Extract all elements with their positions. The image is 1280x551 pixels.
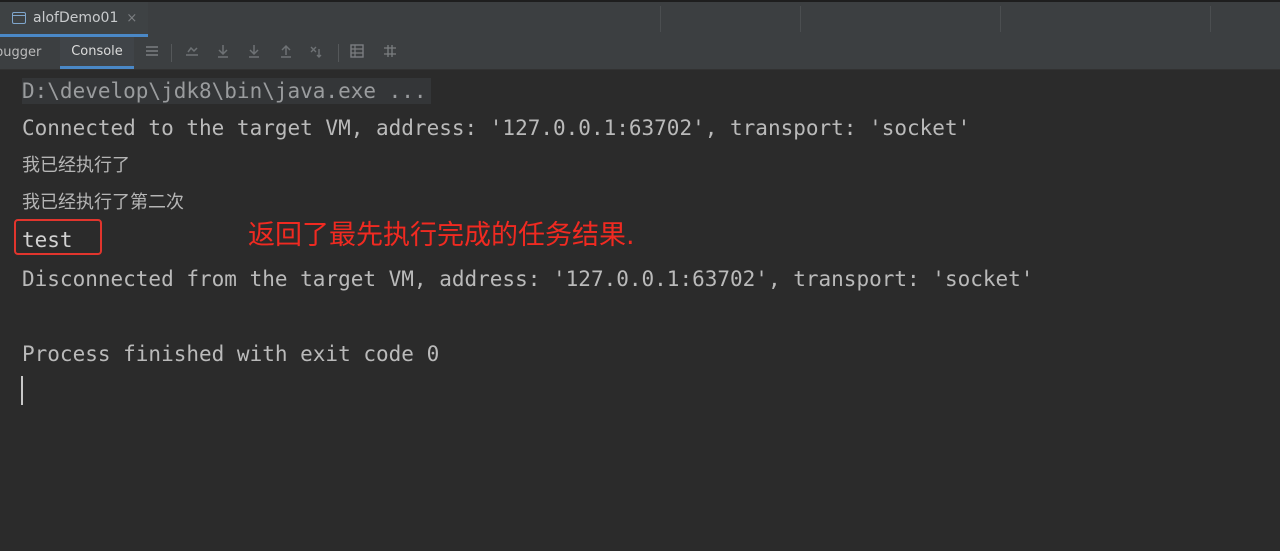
toolbar-separator [171,44,172,62]
menu-icon[interactable] [143,43,161,63]
console-line-disconnected: Disconnected from the target VM, address… [22,267,1034,291]
console-line-exit: Process finished with exit code 0 [22,342,440,366]
console-line-output: 我已经执行了 [22,155,130,176]
step-into-icon[interactable] [245,43,263,63]
text-caret [21,376,23,405]
step-over-icon[interactable] [214,43,232,63]
tab-debugger[interactable]: bugger [0,45,41,60]
close-icon[interactable]: × [126,11,137,26]
tab-bar-divider [660,6,661,32]
console-line-connected: Connected to the target VM, address: '12… [22,116,971,140]
tab-bar-divider [800,6,801,32]
run-to-cursor-icon[interactable] [308,43,326,63]
tab-console-label: Console [71,44,123,59]
annotation-text: 返回了最先执行完成的任务结果. [248,220,635,251]
tab-alofdemo01[interactable]: alofDemo01 × [0,2,148,37]
window-icon [12,12,26,24]
console-output[interactable]: D:\develop\jdk8\bin\java.exe ... Connect… [0,70,1280,551]
tab-bar-divider [1000,6,1001,32]
toolbar-separator [338,44,339,62]
console-line-command: D:\develop\jdk8\bin\java.exe ... [22,78,431,104]
editor-tab-bar: alofDemo01 × [0,0,1280,37]
threads-icon[interactable] [381,43,399,63]
annotation-highlight-box [14,219,102,255]
step-out-icon[interactable] [277,43,295,63]
debug-toolbar: bugger Console [0,37,1280,70]
evaluate-icon[interactable] [348,43,366,63]
console-line-output: 我已经执行了第二次 [22,192,184,213]
tab-bar-divider [1210,6,1211,32]
tab-label: alofDemo01 [33,10,119,26]
tab-console[interactable]: Console [60,37,134,69]
restore-layout-icon[interactable] [183,43,201,63]
